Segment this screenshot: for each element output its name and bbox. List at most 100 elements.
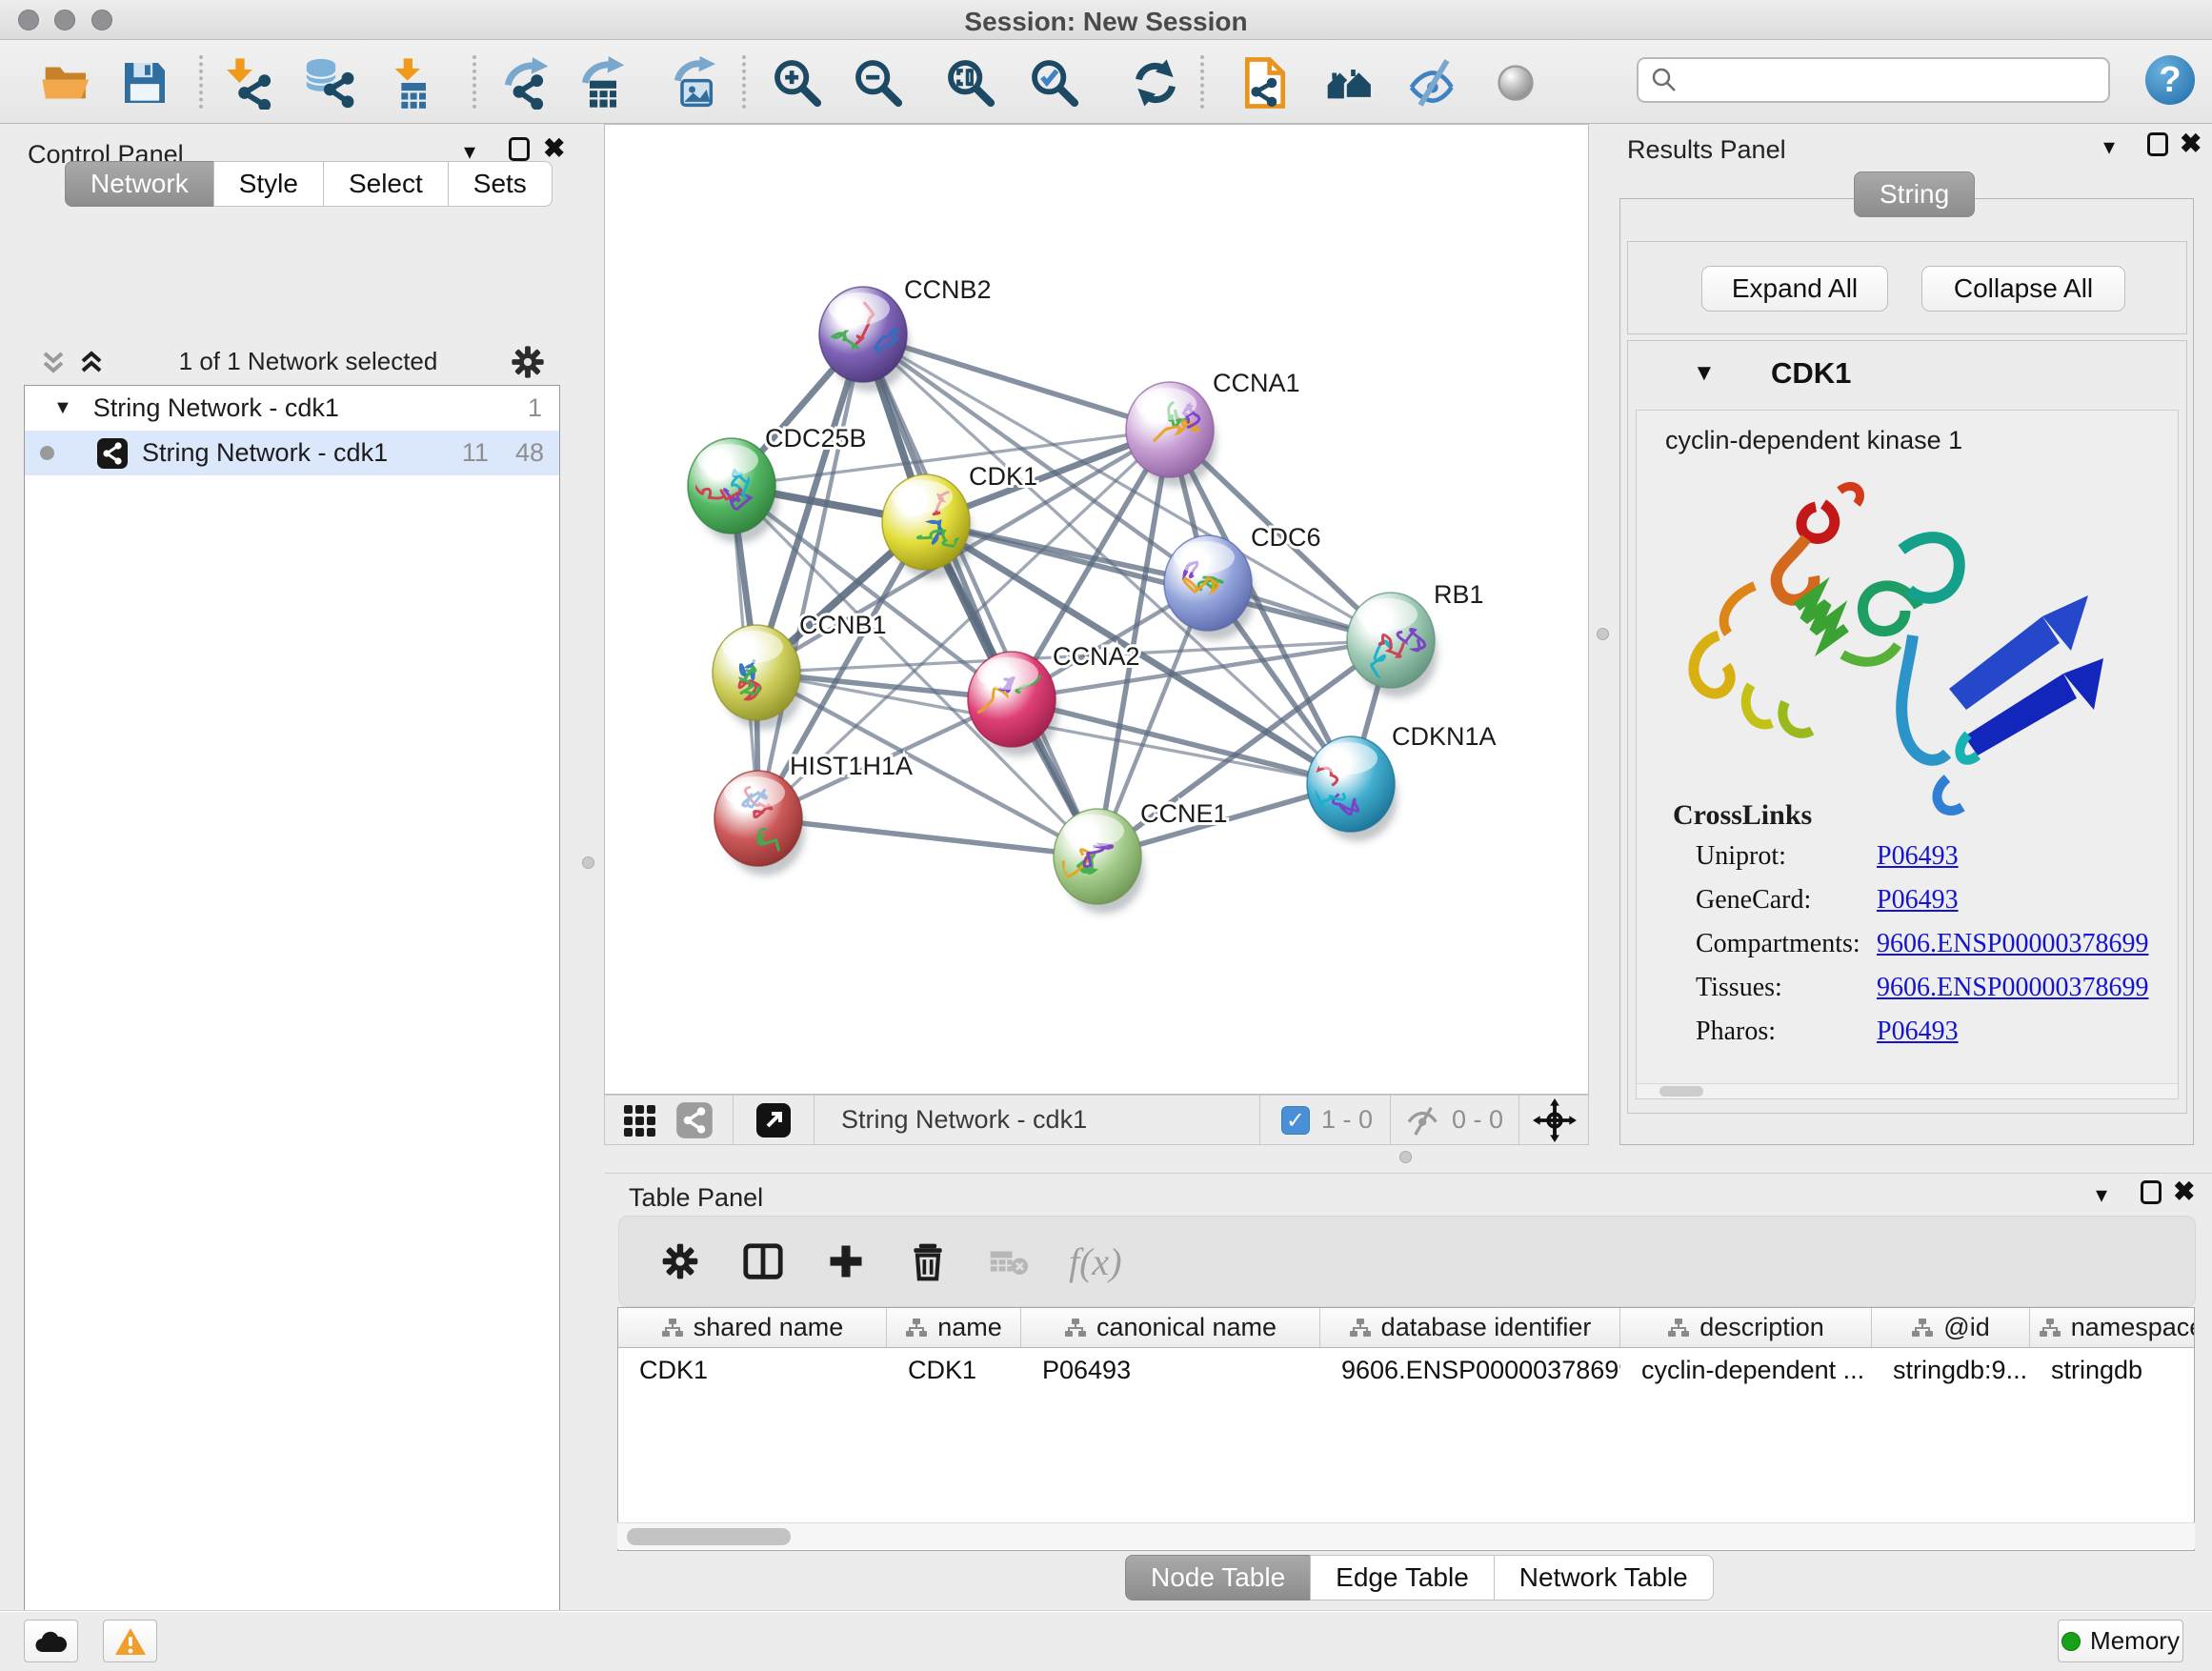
edge-HIST1H1A-CCNE1[interactable] [758,818,1097,856]
node-CDKN1A[interactable] [1298,736,1398,841]
node-label-CDKN1A: CDKN1A [1392,722,1497,751]
show-columns-icon[interactable] [741,1239,785,1283]
import-network-file-button[interactable] [217,53,276,112]
bottom-splitter-handle[interactable] [1399,1151,1412,1163]
open-session-button[interactable] [37,53,96,112]
column-header-namespace[interactable]: namespace [2030,1308,2195,1347]
table-cell[interactable]: stringdb:9... [1872,1348,2030,1392]
table-cell[interactable]: P06493 [1021,1348,1320,1392]
node-CCNB2[interactable] [819,287,910,392]
edge-CDK1-RB1[interactable] [926,522,1391,640]
column-header-name[interactable]: name [887,1308,1021,1347]
node-CDC25B[interactable] [688,438,778,543]
results-panel-close-icon[interactable]: ✖ [2180,131,2202,155]
column-header-description[interactable]: description [1620,1308,1872,1347]
tab-style[interactable]: Style [213,161,324,207]
export-network-button[interactable] [496,53,555,112]
network-canvas[interactable]: CCNB2CCNA1CDC25BCDK1CDC6RB1CCNB1CCNA2CDK… [604,124,1589,1095]
tab-edge-table[interactable]: Edge Table [1310,1555,1495,1601]
results-panel-float-icon[interactable] [2147,132,2168,156]
entry-hscrollbar[interactable] [1637,1083,2178,1098]
right-splitter-handle[interactable] [1597,628,1609,640]
network-collection-row[interactable]: ▼ String Network - cdk1 1 [25,386,559,431]
table-cell[interactable]: CDK1 [618,1348,887,1392]
table-panel-menu-icon[interactable]: ▾ [2096,1181,2107,1209]
gear-icon[interactable] [659,1240,701,1282]
pan-crosshair-icon[interactable] [1533,1098,1577,1142]
node-CCNB1[interactable] [713,625,803,730]
network-icon-gray[interactable] [675,1101,714,1139]
zoom-fit-button[interactable] [941,53,1000,112]
column-header-label: namespace [2071,1313,2195,1342]
tab-string[interactable]: String [1854,171,1975,217]
tree-expand-icon[interactable]: ▼ [53,397,72,419]
tab-network-table[interactable]: Network Table [1494,1555,1714,1601]
collapse-all-icon[interactable] [37,346,70,378]
entry-title[interactable]: CDK1 [1771,356,1851,391]
delete-column-icon[interactable] [907,1240,949,1282]
crosslink-link[interactable]: 9606.ENSP00000378699 [1877,929,2148,959]
control-panel-float-icon[interactable] [509,137,530,161]
cloud-button[interactable] [24,1620,78,1662]
show-hide-graphics-button[interactable] [1404,53,1463,112]
table-panel-close-icon[interactable]: ✖ [2173,1179,2195,1203]
hidden-eye-icon[interactable] [1404,1101,1442,1139]
crosslink-link[interactable]: P06493 [1877,841,1959,872]
results-panel-menu-icon[interactable]: ▾ [2103,133,2115,161]
expand-all-button[interactable]: Expand All [1701,266,1888,312]
search-input[interactable] [1637,57,2110,103]
expand-all-icon[interactable] [75,346,108,378]
node-CCNA1[interactable] [1126,382,1217,487]
import-network-database-button[interactable] [298,53,357,112]
birds-eye-view-button[interactable] [1486,53,1545,112]
left-splitter-handle[interactable] [582,856,594,869]
table-cell[interactable]: cyclin-dependent ... [1620,1348,1872,1392]
save-session-button[interactable] [115,53,174,112]
crosslink-link[interactable]: 9606.ENSP00000378699 [1877,973,2148,1003]
memory-button[interactable]: Memory [2058,1620,2183,1662]
entry-collapse-icon[interactable]: ▼ [1693,360,1716,387]
tab-network[interactable]: Network [65,161,214,207]
export-table-button[interactable] [573,53,633,112]
table-row[interactable]: CDK1CDK1P064939606.ENSP00000378699cyclin… [618,1348,2194,1392]
tab-node-table[interactable]: Node Table [1125,1555,1311,1601]
scroll-thumb[interactable] [1659,1086,1703,1097]
add-column-icon[interactable] [825,1240,867,1282]
zoom-in-button[interactable] [768,53,827,112]
tab-select[interactable]: Select [323,161,449,207]
column-header-database-identifier[interactable]: database identifier [1320,1308,1620,1347]
table-cell[interactable]: 9606.ENSP00000378699 [1320,1348,1620,1392]
table-hscrollbar[interactable] [617,1522,2195,1549]
share-document-button[interactable] [1236,53,1295,112]
network-row-selected[interactable]: String Network - cdk1 11 48 [25,431,559,475]
string-network-graph[interactable]: CCNB2CCNA1CDC25BCDK1CDC6RB1CCNB1CCNA2CDK… [605,125,1588,1094]
crosslink-link[interactable]: P06493 [1877,1017,1959,1047]
table-cell[interactable]: CDK1 [887,1348,1021,1392]
refresh-view-button[interactable] [1126,53,1185,112]
scroll-thumb[interactable] [627,1528,791,1545]
open-in-new-icon[interactable] [754,1101,793,1139]
gear-icon[interactable] [509,343,547,381]
export-image-button[interactable] [666,53,725,112]
collapse-all-button[interactable]: Collapse All [1921,266,2125,312]
column-header-canonical-name[interactable]: canonical name [1021,1308,1320,1347]
table-cell[interactable]: stringdb [2030,1348,2195,1392]
zoom-out-button[interactable] [849,53,908,112]
home-button[interactable] [1320,53,1379,112]
column-header--id[interactable]: @id [1872,1308,2030,1347]
table-panel-float-icon[interactable] [2141,1180,2162,1204]
node-RB1[interactable] [1347,593,1438,697]
warnings-button[interactable] [103,1620,157,1662]
node-CCNE1[interactable] [1054,809,1144,914]
tab-sets[interactable]: Sets [448,161,553,207]
zoom-selected-button[interactable] [1025,53,1084,112]
crosslink-link[interactable]: P06493 [1877,885,1959,916]
node-CDK1[interactable] [882,474,973,579]
column-header-shared-name[interactable]: shared name [618,1308,887,1347]
import-table-file-button[interactable] [383,53,442,112]
control-panel-close-icon[interactable]: ✖ [543,136,565,160]
selected-checkbox-icon[interactable]: ✓ [1281,1106,1310,1135]
help-button[interactable]: ? [2145,55,2195,105]
grid-view-icon[interactable] [620,1101,658,1139]
node-HIST1H1A[interactable] [714,771,805,876]
